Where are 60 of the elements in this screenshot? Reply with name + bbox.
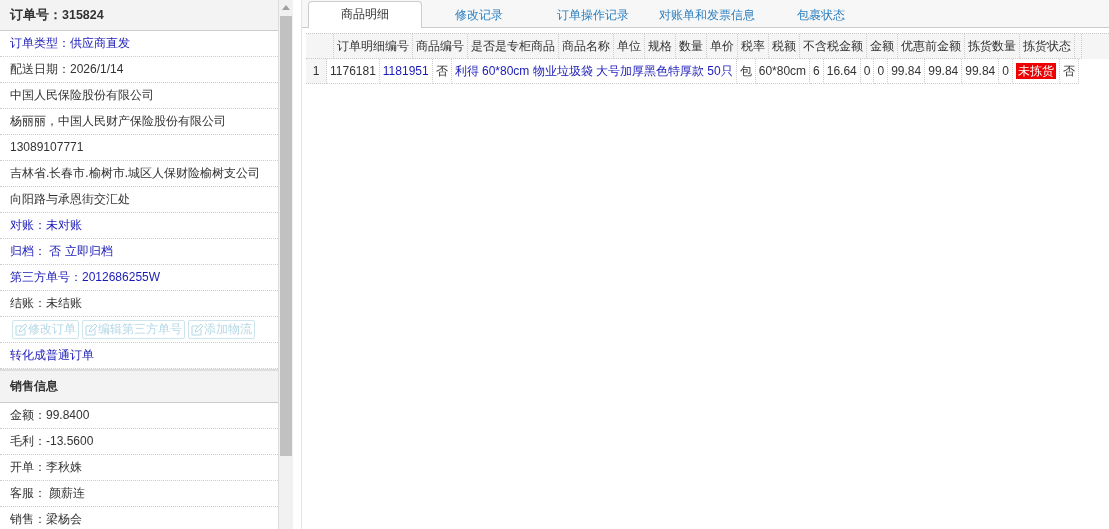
tab[interactable]: 修改记录 [422,2,536,28]
tab[interactable]: 包裹状态 [764,2,878,28]
info-text: 结账：未结账 [0,291,278,317]
table-cell: 否 [432,59,452,84]
table-cell: 0 [999,59,1013,84]
column-header: 是否是专柜商品 [468,34,559,59]
info-text: 开单：李秋姝 [0,455,278,481]
column-header: 订单明细编号 [334,34,413,59]
column-header: 商品编号 [413,34,468,59]
order-number-title: 订单号：315824 [0,0,278,31]
status-badge: 未拣货 [1015,63,1056,79]
column-header: 税率 [738,34,769,59]
column-header: 数量 [676,34,707,59]
edit-icon [191,323,203,336]
info-text: 销售：梁杨会 [0,507,278,529]
tab[interactable]: 订单操作记录 [536,2,650,28]
info-text: 向阳路与承恩街交汇处 [0,187,278,213]
section-header: 销售信息 [0,369,278,403]
table-cell: 1176181 [327,59,380,84]
info-text: 金额：99.8400 [0,403,278,429]
tab[interactable]: 商品明细 [308,1,422,28]
info-text: 归档： 否 立即归档 [0,239,278,265]
info-text: 13089107771 [0,135,278,161]
column-header: 不含税金额 [800,34,867,59]
table-cell: 16.64 [823,59,861,84]
table-cell: 0 [860,59,875,84]
column-header: 商品名称 [559,34,614,59]
info-text: 毛利：-13.5600 [0,429,278,455]
info-text: 订单类型：供应商直发 [0,31,278,57]
column-header: 税额 [769,34,800,59]
column-header: 拣货状态 [1020,34,1075,59]
table-cell: 60*80cm [755,59,811,84]
table-cell: 99.84 [888,59,926,84]
column-header: 金额 [867,34,898,59]
info-text: 杨丽丽，中国人民财产保险股份有限公司 [0,109,278,135]
info-text: 中国人民保险股份有限公司 [0,83,278,109]
table-cell: 0 [874,59,889,84]
table-cell: 99.84 [925,59,963,84]
table-cell: 6 [810,59,824,84]
column-header: 单位 [614,34,645,59]
info-text: 配送日期：2026/1/14 [0,57,278,83]
scroll-up-icon[interactable] [282,5,290,10]
table-link[interactable]: 1181951 [379,59,433,84]
column-header: 拣货数量 [965,34,1020,59]
info-text: 吉林省.长春市.榆树市.城区人保财险榆树支公司 [0,161,278,187]
table-cell: 否 [1059,59,1079,84]
column-header: 单价 [707,34,738,59]
edit-icon [85,323,97,336]
column-header: 规格 [645,34,676,59]
table-link[interactable]: 利得 60*80cm 物业垃圾袋 大号加厚黑色特厚款 50只 [451,59,737,84]
scrollbar[interactable] [279,0,293,529]
column-header: 优惠前金额 [898,34,965,59]
info-text: 对账：未对账 [0,213,278,239]
row-number: 1 [306,59,327,84]
table-cell: 99.84 [962,59,1000,84]
info-text: 第三方单号：2012686255W [0,265,278,291]
tab[interactable]: 对账单和发票信息 [650,2,764,28]
table-cell: 包 [736,59,756,84]
info-text: 客服： 颜薪连 [0,481,278,507]
edit-icon [15,323,27,336]
